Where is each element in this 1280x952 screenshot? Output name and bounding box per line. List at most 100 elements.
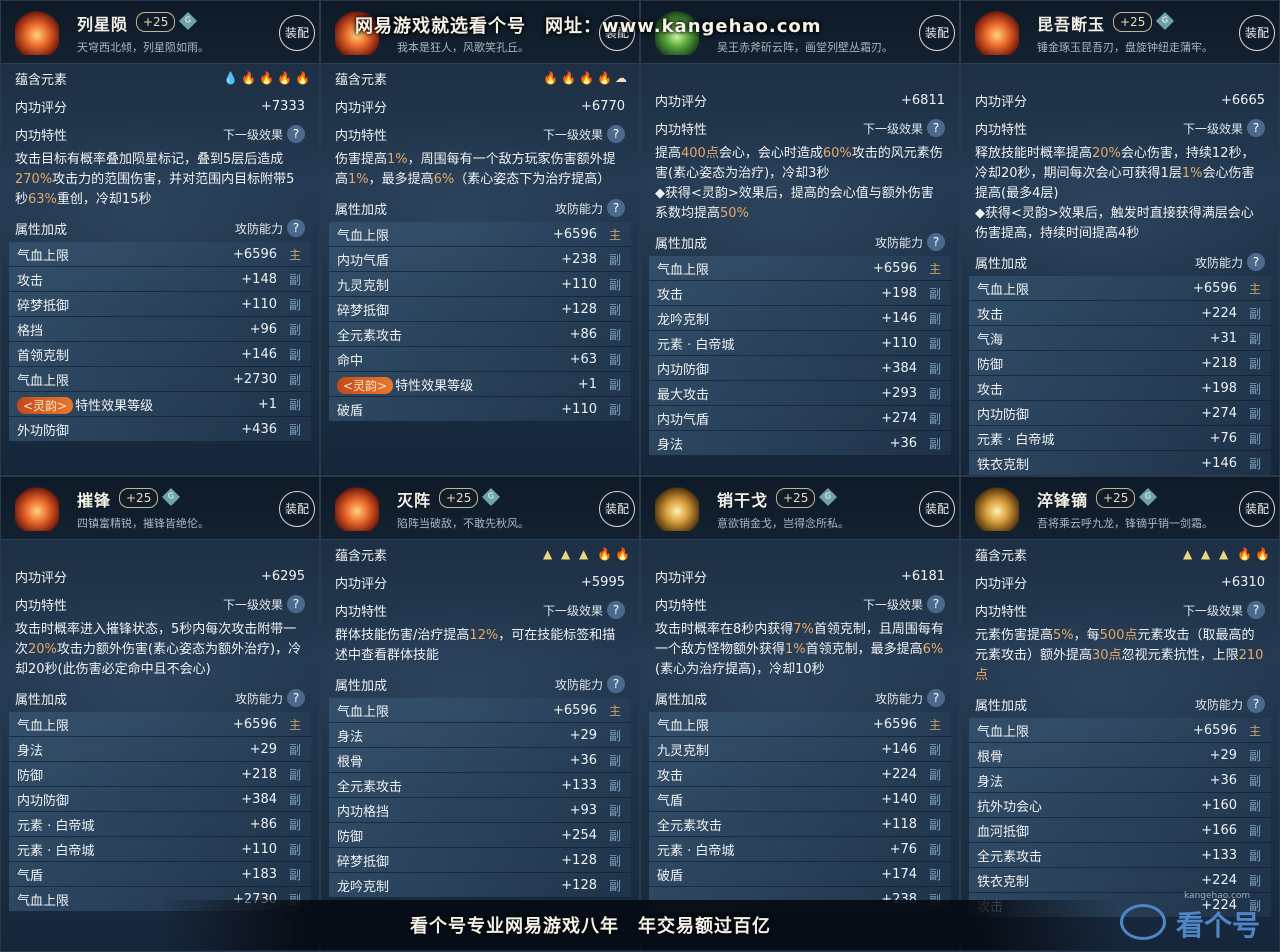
next-effect[interactable]: 下一级效果? [863, 119, 945, 137]
equip-button[interactable]: 装配 [919, 15, 955, 51]
attr-name: 根骨 [977, 749, 1004, 765]
atk-def[interactable]: 攻防能力? [875, 689, 945, 707]
attr-row: 碎梦抵御 +128 副 [329, 297, 631, 322]
fire-element-icon: 🔥 [241, 71, 256, 85]
equip-button[interactable]: 装配 [279, 15, 315, 51]
help-icon[interactable]: ? [287, 219, 305, 237]
trait-description: 伤害提高1%，周围每有一个敌方玩家伤害额外提高1%，最多提高6%（素心姿态下为治… [335, 152, 616, 187]
help-icon[interactable]: ? [287, 689, 305, 707]
item-quote: 锤金琢玉昆吾刃，盘旋钟纽走蒲牢。 [1037, 41, 1213, 54]
attr-name-wrap: 九灵克制 [337, 275, 389, 294]
sub-stat-tag: 副 [928, 792, 941, 807]
atk-def[interactable]: 攻防能力? [235, 689, 305, 707]
score-value: +7333 [261, 98, 305, 114]
help-icon[interactable]: ? [607, 601, 625, 619]
attr-row: 根骨 +29 副 [969, 743, 1271, 768]
attr-name-wrap: 最大攻击 [657, 384, 709, 403]
sub-stat-tag: 副 [288, 817, 301, 832]
attr-name: 全元素攻击 [337, 328, 403, 344]
help-icon[interactable]: ? [607, 675, 625, 693]
elements-label: 蕴含元素 [335, 548, 388, 564]
next-effect[interactable]: 下一级效果? [1183, 601, 1265, 619]
equip-button[interactable]: 装配 [599, 491, 635, 527]
next-effect[interactable]: 下一级效果? [1183, 119, 1265, 137]
help-icon[interactable]: ? [927, 119, 945, 137]
help-icon[interactable]: ? [1247, 253, 1265, 271]
attr-value: +224 [881, 766, 917, 782]
help-icon[interactable]: ? [287, 595, 305, 613]
atk-def[interactable]: 攻防能力? [1195, 695, 1265, 713]
trait-description: 攻击目标有概率叠加陨星标记，叠到5层后造成270%攻击力的范围伤害，并对范围内目… [15, 152, 295, 207]
elements-row: 蕴含元素 ▲ ▲ ▲ 🔥 🔥 [967, 540, 1273, 568]
attr-value: +1 [577, 376, 597, 392]
attr-name: 气血上限 [17, 248, 70, 264]
card-body: 内功评分 +6181 内功特性 下一级效果? 攻击时概率在8秒内获得7%首领克制，且周围… [641, 540, 959, 912]
grade-badge: G [1155, 11, 1175, 31]
atk-def[interactable]: 攻防能力? [235, 219, 305, 237]
sub-stat-tag: 副 [928, 286, 941, 301]
score-row: 内功评分 +6665 [967, 86, 1273, 114]
attr-name: 铁衣克制 [977, 457, 1030, 473]
sub-stat-tag: 副 [608, 803, 621, 818]
help-icon[interactable]: ? [607, 199, 625, 217]
atk-def[interactable]: 攻防能力? [555, 675, 625, 693]
attr-name: 气血上限 [337, 228, 390, 244]
element-icons: 💧 🔥 🔥 🔥 🔥 [223, 71, 310, 85]
attr-name: 气血上限 [17, 893, 70, 909]
atk-def-label: 攻防能力 [1194, 697, 1243, 712]
atk-def[interactable]: 攻防能力? [875, 233, 945, 251]
sub-stat-tag: 副 [928, 411, 941, 426]
element-icons: ▲ ▲ ▲ 🔥 🔥 [1183, 548, 1270, 560]
level-badge: +25 [1096, 488, 1136, 508]
equip-button[interactable]: 装配 [1239, 491, 1275, 527]
fire-element-icon: 🔥 [597, 71, 612, 85]
next-effect[interactable]: 下一级效果? [863, 595, 945, 613]
attr-name: 内功防御 [657, 362, 710, 378]
sub-stat-tag: 副 [288, 742, 301, 757]
item-name: 销干戈 [717, 491, 769, 510]
sub-stat-tag: 副 [1248, 456, 1261, 471]
fire-element-icon: 🔥 [295, 71, 310, 85]
help-icon[interactable]: ? [607, 125, 625, 143]
equip-button[interactable]: 装配 [279, 491, 315, 527]
attr-name-wrap: 内功气盾 [657, 409, 709, 428]
attr-name-wrap: 气血上限 [17, 245, 69, 264]
attr-row: 破盾 +110 副 [329, 397, 631, 422]
weapon-icon [655, 487, 699, 531]
sub-stat-tag: 副 [928, 336, 941, 351]
attr-value: +224 [1201, 872, 1237, 888]
next-effect[interactable]: 下一级效果? [543, 125, 625, 143]
help-icon[interactable]: ? [287, 125, 305, 143]
equip-button[interactable]: 装配 [1239, 15, 1275, 51]
attr-value: +128 [561, 877, 597, 893]
atk-def[interactable]: 攻防能力? [1195, 253, 1265, 271]
sub-stat-tag: 副 [1248, 381, 1261, 396]
attr-name: 攻击 [977, 382, 1004, 398]
attr-row: 气血上限 +6596 主 [649, 712, 951, 737]
next-effect[interactable]: 下一级效果? [543, 601, 625, 619]
score-value: +6811 [901, 92, 945, 108]
attr-row: 防御 +218 副 [969, 351, 1271, 376]
help-icon[interactable]: ? [927, 233, 945, 251]
help-icon[interactable]: ? [1247, 601, 1265, 619]
next-effect[interactable]: 下一级效果? [223, 595, 305, 613]
attr-row: 攻击 +198 副 [969, 376, 1271, 401]
atk-def[interactable]: 攻防能力? [555, 199, 625, 217]
next-effect[interactable]: 下一级效果? [223, 125, 305, 143]
main-stat-tag: 主 [1248, 281, 1261, 296]
attr-name: 碎梦抵御 [337, 303, 390, 319]
attr-row: 九灵克制 +146 副 [649, 737, 951, 762]
help-icon[interactable]: ? [1247, 119, 1265, 137]
attr-row: 身法 +36 副 [969, 768, 1271, 793]
help-icon[interactable]: ? [1247, 695, 1265, 713]
attr-name-wrap: 碎梦抵御 [337, 300, 389, 319]
equip-button[interactable]: 装配 [919, 491, 955, 527]
attr-name-wrap: 气血上限 [337, 701, 389, 720]
attr-value: +146 [881, 741, 917, 757]
help-icon[interactable]: ? [927, 689, 945, 707]
sub-stat-tag: 副 [1248, 873, 1261, 888]
attr-name-wrap: 元素 · 白帝城 [657, 840, 734, 859]
attr-value: +6596 [553, 702, 597, 718]
card-body: 蕴含元素 ▲ ▲ ▲ 🔥 🔥 内功评分 +6310 内功特性 下一级效果? 元素伤害提高5%，每50… [961, 540, 1279, 918]
help-icon[interactable]: ? [927, 595, 945, 613]
